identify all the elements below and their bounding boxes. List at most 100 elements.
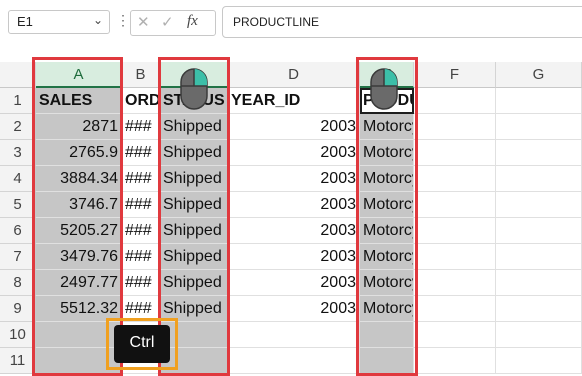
cell-g8[interactable] — [496, 270, 582, 296]
cell-f10[interactable] — [414, 322, 496, 348]
row-header[interactable]: 6 — [0, 218, 36, 244]
cell-g1[interactable] — [496, 88, 582, 114]
cell-d2[interactable]: 2003 — [228, 114, 360, 140]
cell-f4[interactable] — [414, 166, 496, 192]
cell-e6[interactable]: Motorcycles — [360, 218, 414, 244]
mouse-left-click-icon — [180, 68, 208, 110]
name-box[interactable]: E1 ⌄ — [8, 10, 110, 34]
cancel-icon[interactable]: ✕ — [137, 13, 150, 31]
cell-f11[interactable] — [414, 348, 496, 374]
cell-d6[interactable]: 2003 — [228, 218, 360, 244]
cell-f2[interactable] — [414, 114, 496, 140]
cell-g6[interactable] — [496, 218, 582, 244]
row-header[interactable]: 2 — [0, 114, 36, 140]
cell-b9[interactable]: ### — [122, 296, 160, 322]
cell-e11[interactable] — [360, 348, 414, 374]
cell-e5[interactable]: Motorcycles — [360, 192, 414, 218]
cell-b5[interactable]: ### — [122, 192, 160, 218]
row-header[interactable]: 1 — [0, 88, 36, 114]
cell-g9[interactable] — [496, 296, 582, 322]
cell-c11[interactable] — [160, 348, 228, 374]
select-all-corner[interactable] — [0, 62, 36, 88]
cell-g3[interactable] — [496, 140, 582, 166]
row-header[interactable]: 5 — [0, 192, 36, 218]
cell-c10[interactable] — [160, 322, 228, 348]
cell-a1[interactable]: SALES — [36, 88, 122, 114]
cell-e9[interactable]: Motorcycles — [360, 296, 414, 322]
cell-f6[interactable] — [414, 218, 496, 244]
cell-g5[interactable] — [496, 192, 582, 218]
cell-e3[interactable]: Motorcycles — [360, 140, 414, 166]
row-header[interactable]: 9 — [0, 296, 36, 322]
cell-d3[interactable]: 2003 — [228, 140, 360, 166]
cell-f3[interactable] — [414, 140, 496, 166]
cell-a11[interactable] — [36, 348, 122, 374]
cell-a2[interactable]: 2871 — [36, 114, 122, 140]
cell-b4[interactable]: ### — [122, 166, 160, 192]
cell-a4[interactable]: 3884.34 — [36, 166, 122, 192]
cell-b7[interactable]: ### — [122, 244, 160, 270]
insert-function-icon[interactable]: fx — [187, 13, 198, 30]
row-header[interactable]: 10 — [0, 322, 36, 348]
formula-content: PRODUCTLINE — [233, 15, 320, 29]
cell-g10[interactable] — [496, 322, 582, 348]
column-header-f[interactable]: F — [414, 62, 496, 88]
cell-c4[interactable]: Shipped — [160, 166, 228, 192]
cell-g4[interactable] — [496, 166, 582, 192]
cell-d8[interactable]: 2003 — [228, 270, 360, 296]
cell-d10[interactable] — [228, 322, 360, 348]
cell-e10[interactable] — [360, 322, 414, 348]
cell-f1[interactable] — [414, 88, 496, 114]
cell-b1[interactable]: ORDE — [122, 88, 160, 114]
cell-c2[interactable]: Shipped — [160, 114, 228, 140]
cell-a7[interactable]: 3479.76 — [36, 244, 122, 270]
cell-c5[interactable]: Shipped — [160, 192, 228, 218]
cell-a8[interactable]: 2497.77 — [36, 270, 122, 296]
cell-d1[interactable]: YEAR_ID — [228, 88, 360, 114]
column-header-b[interactable]: B — [122, 62, 160, 88]
cell-c3[interactable]: Shipped — [160, 140, 228, 166]
cell-g7[interactable] — [496, 244, 582, 270]
column-header-g[interactable]: G — [496, 62, 582, 88]
cell-g2[interactable] — [496, 114, 582, 140]
cell-c8[interactable]: Shipped — [160, 270, 228, 296]
cell-a3[interactable]: 2765.9 — [36, 140, 122, 166]
cell-a6[interactable]: 5205.27 — [36, 218, 122, 244]
cell-a5[interactable]: 3746.7 — [36, 192, 122, 218]
cell-c7[interactable]: Shipped — [160, 244, 228, 270]
cell-c9[interactable]: Shipped — [160, 296, 228, 322]
cell-b8[interactable]: ### — [122, 270, 160, 296]
cell-f7[interactable] — [414, 244, 496, 270]
cell-e8[interactable]: Motorcycles — [360, 270, 414, 296]
cell-e2[interactable]: Motorcycles — [360, 114, 414, 140]
vertical-dots-icon[interactable]: ⋮ — [116, 12, 130, 29]
row-header[interactable]: 7 — [0, 244, 36, 270]
cell-b6[interactable]: ### — [122, 218, 160, 244]
cell-f5[interactable] — [414, 192, 496, 218]
column-header-d[interactable]: D — [228, 62, 360, 88]
cell-e7[interactable]: Motorcycles — [360, 244, 414, 270]
row-header[interactable]: 3 — [0, 140, 36, 166]
cell-d7[interactable]: 2003 — [228, 244, 360, 270]
column-header-a[interactable]: A — [36, 62, 122, 88]
row-header[interactable]: 8 — [0, 270, 36, 296]
cell-b2[interactable]: ### — [122, 114, 160, 140]
cell-c6[interactable]: Shipped — [160, 218, 228, 244]
cell-d11[interactable] — [228, 348, 360, 374]
enter-icon[interactable]: ✓ — [161, 13, 174, 31]
cell-d5[interactable]: 2003 — [228, 192, 360, 218]
cell-g11[interactable] — [496, 348, 582, 374]
chevron-down-icon[interactable]: ⌄ — [93, 13, 103, 27]
cell-f8[interactable] — [414, 270, 496, 296]
cell-f9[interactable] — [414, 296, 496, 322]
cell-b3[interactable]: ### — [122, 140, 160, 166]
row-header[interactable]: 4 — [0, 166, 36, 192]
cell-d9[interactable]: 2003 — [228, 296, 360, 322]
cell-e4[interactable]: Motorcycles — [360, 166, 414, 192]
cell-d4[interactable]: 2003 — [228, 166, 360, 192]
row-header[interactable]: 11 — [0, 348, 36, 374]
cell-a10[interactable] — [36, 322, 122, 348]
formula-input[interactable]: PRODUCTLINE — [222, 6, 582, 38]
cell-a9[interactable]: 5512.32 — [36, 296, 122, 322]
ctrl-key-badge: Ctrl — [114, 325, 170, 363]
